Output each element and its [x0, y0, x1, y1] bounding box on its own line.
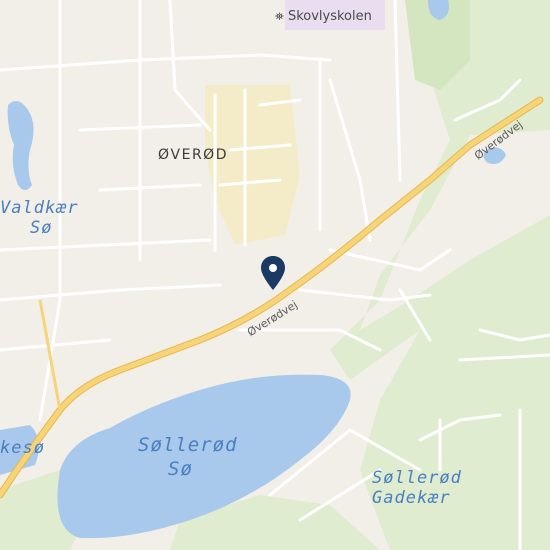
water-label-sollerod-so-line1: Søllerød	[138, 434, 238, 456]
water-label-valdkaer-line2: Sø	[30, 218, 53, 238]
water-label-gadekaer: Søllerød Gadekær	[372, 468, 462, 508]
water-label-gadekaer-line1: Søllerød	[372, 468, 462, 488]
water-label-sollerod-so-line2: Sø	[168, 458, 193, 480]
location-pin-icon[interactable]	[261, 256, 285, 290]
water-label-sollerod-so: Søllerød Sø	[138, 433, 238, 481]
residential-highlight	[205, 85, 300, 245]
water-label-gadekaer-line2: Gadekær	[372, 488, 451, 508]
school-icon: ⛯	[275, 10, 284, 23]
place-label-overod: ØVERØD	[158, 147, 228, 163]
lake-valdkaer	[7, 101, 34, 190]
map-canvas[interactable]: ØVERØD ⛯ Skovlyskolen Valdkær Sø kesø Sø…	[0, 0, 550, 550]
poi-school-label: Skovlyskolen	[287, 9, 372, 24]
water-label-valdkaer-line1: Valdkær	[0, 198, 79, 218]
water-label-valdkaer: Valdkær Sø	[0, 198, 79, 238]
water-label-kesoe: kesø	[0, 438, 45, 458]
poi-school[interactable]: ⛯ Skovlyskolen	[275, 9, 372, 24]
